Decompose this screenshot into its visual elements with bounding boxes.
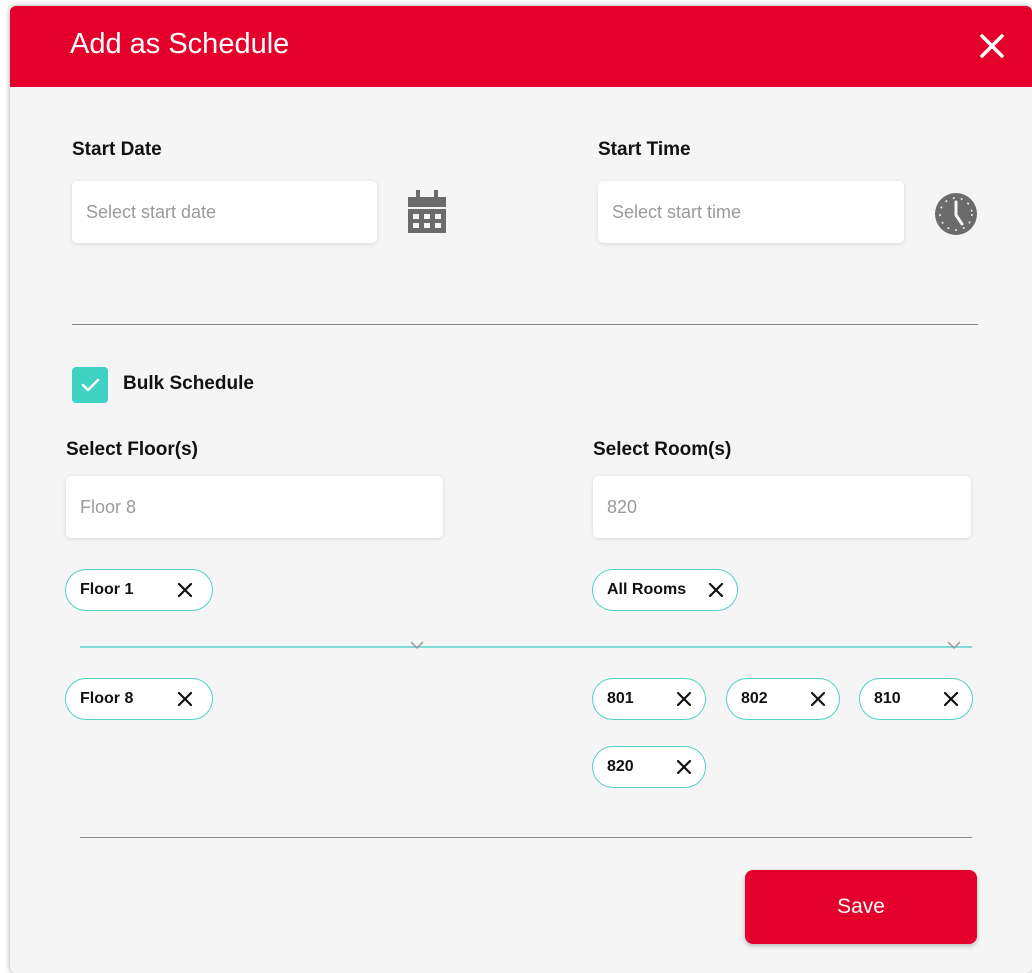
start-time-input[interactable] [598,181,904,243]
start-date-label: Start Date [72,139,162,160]
section-divider [72,324,978,325]
remove-icon[interactable] [677,760,691,774]
floor-chip: Floor 8 [65,678,213,720]
chevron-down-icon[interactable] [409,640,425,650]
calendar-icon[interactable] [406,189,448,235]
chip-label: 801 [607,690,634,707]
chip-label: 820 [607,758,634,775]
remove-icon[interactable] [811,692,825,706]
bulk-schedule-label: Bulk Schedule [123,373,254,394]
room-chip: 820 [592,746,706,788]
room-select-input[interactable] [593,476,971,538]
start-time-label: Start Time [598,139,691,160]
close-icon [980,34,1004,58]
bulk-schedule-checkbox[interactable] [72,367,108,403]
remove-icon[interactable] [709,583,723,597]
modal-header: Add as Schedule [10,6,1032,87]
chip-label: 810 [874,690,901,707]
clock-icon[interactable] [934,192,978,236]
remove-icon[interactable] [677,692,691,706]
select-floors-label: Select Floor(s) [66,439,198,460]
chip-label: All Rooms [607,581,687,598]
chevron-down-icon[interactable] [946,640,962,650]
chip-label: Floor 8 [80,690,134,707]
chip-label: Floor 1 [80,581,134,598]
save-button[interactable]: Save [745,870,977,944]
room-chip: All Rooms [592,569,738,611]
modal-title: Add as Schedule [70,28,290,60]
remove-icon[interactable] [178,583,192,597]
select-rooms-label: Select Room(s) [593,439,732,460]
selection-divider [80,646,972,648]
footer-divider [80,837,972,838]
start-date-input[interactable] [72,181,377,243]
check-icon [81,378,100,392]
schedule-modal: Add as Schedule Start Date Start Time [10,6,1032,973]
close-button[interactable] [976,30,1008,62]
floor-select-input[interactable] [66,476,443,538]
remove-icon[interactable] [944,692,958,706]
remove-icon[interactable] [178,692,192,706]
chip-label: 802 [741,690,768,707]
room-chip: 802 [726,678,840,720]
room-chip: 801 [592,678,706,720]
floor-chip: Floor 1 [65,569,213,611]
room-chip: 810 [859,678,973,720]
